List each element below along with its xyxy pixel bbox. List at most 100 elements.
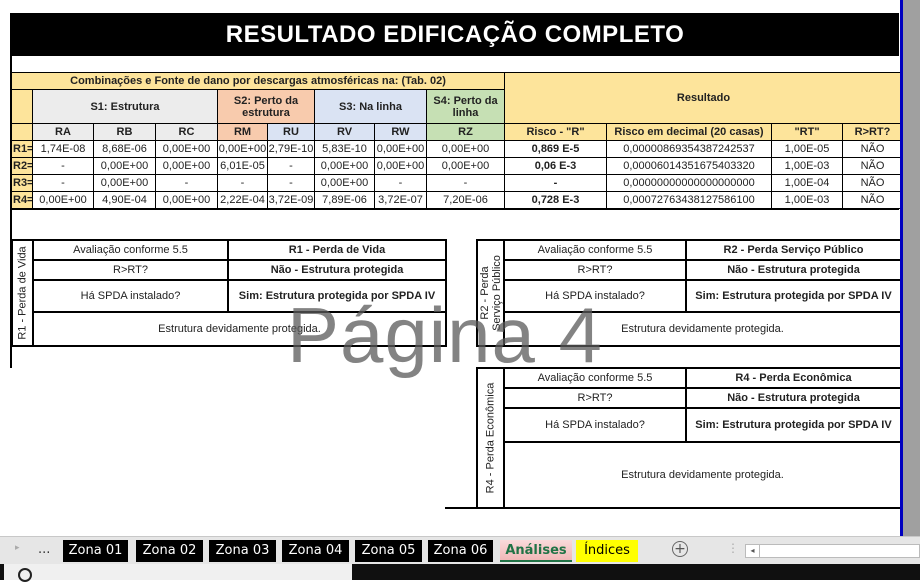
add-sheet-icon[interactable]: + bbox=[672, 541, 688, 557]
tab-analises[interactable]: Análises bbox=[500, 540, 572, 562]
cell-value[interactable]: 0,00E+00 bbox=[217, 140, 268, 158]
conclusion: Estrutura devidamente protegida. bbox=[503, 311, 902, 347]
tab-zona-05[interactable]: Zona 05 bbox=[355, 540, 422, 562]
source-s1: S1: Estrutura bbox=[32, 89, 218, 124]
rt-value[interactable]: 1,00E-03 bbox=[771, 191, 843, 209]
cell-value[interactable]: 0,00E+00 bbox=[155, 157, 218, 175]
rt-value[interactable]: 1,00E-04 bbox=[771, 174, 843, 192]
col-header-rt: "RT" bbox=[771, 123, 843, 141]
evaluation-r1: R1 - Perda de Vida Avaliação conforme 5.… bbox=[11, 239, 447, 347]
tab-zona-04[interactable]: Zona 04 bbox=[282, 540, 349, 562]
tab-zona-01[interactable]: Zona 01 bbox=[63, 540, 128, 562]
risk-results-table: Combinações e Fonte de dano por descarga… bbox=[11, 72, 903, 209]
cell-value[interactable]: - bbox=[217, 174, 268, 192]
corner-cell-2 bbox=[11, 123, 33, 141]
rt-value[interactable]: 1,00E-05 bbox=[771, 140, 843, 158]
spda-value: Sim: Estrutura protegida por SPDA IV bbox=[227, 279, 447, 313]
cell-value[interactable]: 0,00E+00 bbox=[314, 174, 375, 192]
decimal-value[interactable]: 0,00006014351675403320 bbox=[606, 157, 772, 175]
cell-value[interactable]: 0,00E+00 bbox=[32, 191, 94, 209]
tab-zona-02[interactable]: Zona 02 bbox=[136, 540, 203, 562]
risk-value[interactable]: - bbox=[504, 174, 607, 192]
cell-value[interactable]: 7,89E-06 bbox=[314, 191, 375, 209]
cell-value[interactable]: 2,79E-10 bbox=[267, 140, 315, 158]
side-label-r2: R2 - Perda Serviço Público bbox=[476, 239, 505, 347]
risk-value[interactable]: 0,869 E-5 bbox=[504, 140, 607, 158]
scroll-left-icon[interactable]: ◂ bbox=[746, 545, 760, 557]
tab-zona-06[interactable]: Zona 06 bbox=[428, 540, 493, 562]
row-label: R2= bbox=[11, 157, 33, 175]
cell-value[interactable]: 7,20E-06 bbox=[426, 191, 505, 209]
rrt-label: R>RT? bbox=[32, 259, 229, 281]
rrt-label: R>RT? bbox=[503, 387, 687, 409]
cell-value[interactable]: 0,00E+00 bbox=[426, 140, 505, 158]
cell-value[interactable]: - bbox=[155, 174, 218, 192]
rt-value[interactable]: 1,00E-03 bbox=[771, 157, 843, 175]
cell-value[interactable]: 0,00E+00 bbox=[374, 157, 427, 175]
source-s3: S3: Na linha bbox=[314, 89, 427, 124]
cell-value[interactable]: - bbox=[267, 174, 315, 192]
side-label-r1: R1 - Perda de Vida bbox=[11, 239, 34, 347]
tab-zona-03[interactable]: Zona 03 bbox=[209, 540, 276, 562]
gt-value[interactable]: NÃO bbox=[842, 140, 903, 158]
spda-value: Sim: Estrutura protegida por SPDA IV bbox=[685, 279, 902, 313]
cell-value[interactable]: 0,00E+00 bbox=[155, 191, 218, 209]
cell-value[interactable]: 2,22E-04 bbox=[217, 191, 268, 209]
rrt-label: R>RT? bbox=[503, 259, 687, 281]
cell-value[interactable]: 8,68E-06 bbox=[93, 140, 156, 158]
cell-value[interactable]: - bbox=[267, 157, 315, 175]
combinations-header: Combinações e Fonte de dano por descarga… bbox=[11, 72, 505, 90]
table-row: R2= -0,00E+00 0,00E+00 6,01E-05-0,00E+00 0,0… bbox=[11, 157, 903, 175]
cell-value[interactable]: 4,90E-04 bbox=[93, 191, 156, 209]
gt-value[interactable]: NÃO bbox=[842, 191, 903, 209]
spreadsheet-page: RESULTADO EDIFICAÇÃO COMPLETO Combinaçõe… bbox=[0, 0, 903, 536]
cell-value[interactable]: 5,83E-10 bbox=[314, 140, 375, 158]
spda-label: Há SPDA instalado? bbox=[503, 279, 687, 313]
source-s4: S4: Perto da linha bbox=[426, 89, 505, 124]
corner-cell bbox=[11, 89, 33, 124]
cell-value[interactable]: 0,00E+00 bbox=[93, 157, 156, 175]
decimal-value[interactable]: 0,00000869354387242537 bbox=[606, 140, 772, 158]
split-handle-icon[interactable]: ⋮ bbox=[727, 541, 739, 555]
col-header-rv-label: RV bbox=[314, 123, 375, 141]
tabs-ellipsis[interactable]: ... bbox=[38, 542, 50, 557]
cell-value[interactable]: 6,01E-05 bbox=[217, 157, 268, 175]
cell-value[interactable]: 0,00E+00 bbox=[426, 157, 505, 175]
cell-value[interactable]: - bbox=[374, 174, 427, 192]
cell-value[interactable]: 0,00E+00 bbox=[93, 174, 156, 192]
cell-value[interactable]: 3,72E-09 bbox=[267, 191, 315, 209]
scroll-tabs-left-icon[interactable]: ▸ bbox=[15, 543, 20, 553]
horizontal-scrollbar[interactable]: ◂ bbox=[745, 544, 920, 558]
cell-value[interactable]: - bbox=[426, 174, 505, 192]
cell-value[interactable]: 3,72E-07 bbox=[374, 191, 427, 209]
source-s2: S2: Perto da estrutura bbox=[217, 89, 315, 124]
spda-label: Há SPDA instalado? bbox=[503, 407, 687, 443]
risk-value[interactable]: 0,06 E-3 bbox=[504, 157, 607, 175]
page-margin-area bbox=[900, 0, 920, 536]
eval-title: R4 - Perda Econômica bbox=[685, 367, 902, 389]
cell-value[interactable]: 1,74E-08 bbox=[32, 140, 94, 158]
evaluation-r4: R4 - Perda Econômica Avaliação conforme … bbox=[476, 367, 902, 509]
gt-value[interactable]: NÃO bbox=[842, 174, 903, 192]
rrt-value: Não - Estrutura protegida bbox=[685, 387, 902, 409]
cell-value[interactable]: 0,00E+00 bbox=[374, 140, 427, 158]
taskbar-search[interactable] bbox=[4, 564, 352, 582]
divider-line bbox=[11, 208, 899, 210]
cell-value[interactable]: 0,00E+00 bbox=[314, 157, 375, 175]
spda-value: Sim: Estrutura protegida por SPDA IV bbox=[685, 407, 902, 443]
tab-indices[interactable]: Índices bbox=[576, 540, 638, 562]
risk-value[interactable]: 0,728 E-3 bbox=[504, 191, 607, 209]
decimal-value[interactable]: 0,00072763438127586100 bbox=[606, 191, 772, 209]
evaluation-r2: R2 - Perda Serviço Público Avaliação con… bbox=[476, 239, 902, 347]
cell-value[interactable]: - bbox=[32, 174, 94, 192]
gt-value[interactable]: NÃO bbox=[842, 157, 903, 175]
col-header-rc-label: RC bbox=[155, 123, 218, 141]
col-header-rb-label: RB bbox=[93, 123, 156, 141]
table-row: R1= 1,74E-08 8,68E-06 0,00E+00 0,00E+00 2,79E… bbox=[11, 140, 903, 158]
decimal-value[interactable]: 0,00000000000000000000 bbox=[606, 174, 772, 192]
cell-value[interactable]: 0,00E+00 bbox=[155, 140, 218, 158]
eval-label: Avaliação conforme 5.5 bbox=[503, 239, 687, 261]
conclusion: Estrutura devidamente protegida. bbox=[32, 311, 447, 347]
cell-value[interactable]: - bbox=[32, 157, 94, 175]
bottom-border bbox=[445, 507, 900, 509]
